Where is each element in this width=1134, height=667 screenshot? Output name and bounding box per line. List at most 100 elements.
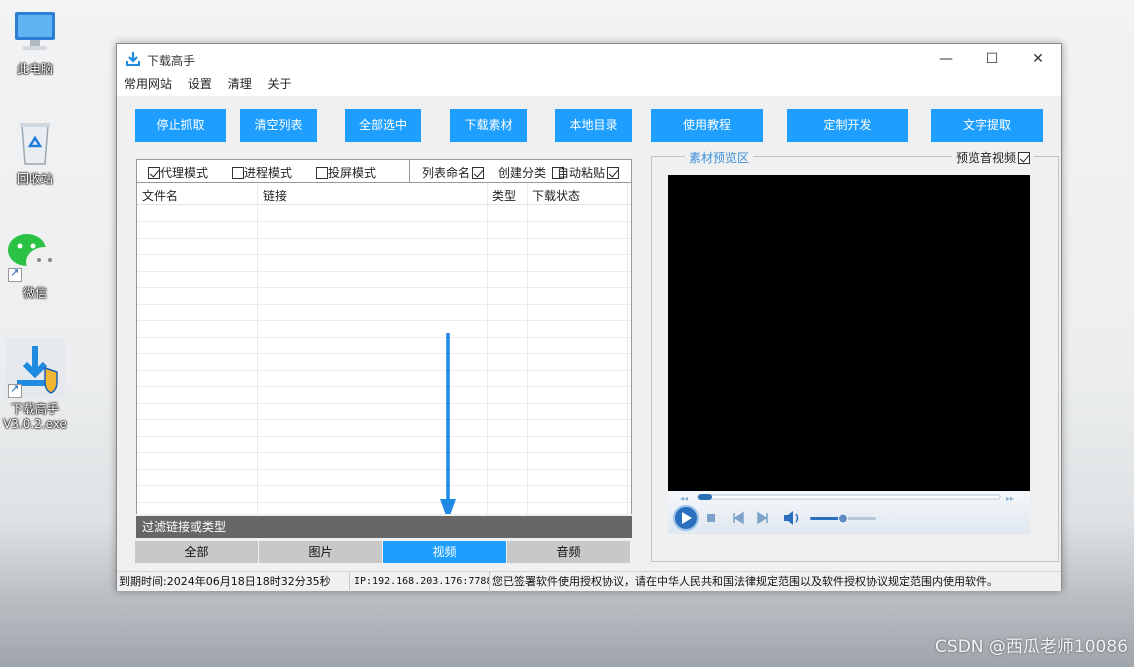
option-cast-mode[interactable]: 投屏模式: [316, 164, 376, 181]
divider: [409, 160, 410, 182]
column-divider: [487, 183, 488, 514]
rewind-icon: ◂◂: [680, 494, 688, 503]
custom-development-button[interactable]: 定制开发: [787, 109, 908, 142]
title-bar[interactable]: 下载高手 — ☐ ✕: [117, 44, 1061, 74]
desktop-icon-wechat[interactable]: 微信: [0, 228, 70, 301]
desktop-icon-recycle-bin[interactable]: 回收站: [0, 118, 70, 187]
recycle-bin-icon: [20, 123, 50, 165]
option-label: 列表命名: [422, 166, 471, 180]
filter-input[interactable]: 过滤链接或类型: [136, 516, 632, 538]
download-media-button[interactable]: 下载素材: [450, 109, 527, 142]
option-proxy-mode[interactable]: 代理模式: [148, 164, 208, 181]
stop-capture-button[interactable]: 停止抓取: [135, 109, 226, 142]
row-divider: [137, 254, 631, 255]
maximize-button[interactable]: ☐: [969, 44, 1015, 74]
desktop-icon-label: 此电脑: [16, 62, 53, 76]
row-divider: [137, 320, 631, 321]
volume-icon: [784, 511, 793, 525]
tab-all[interactable]: 全部: [135, 541, 258, 563]
minimize-button[interactable]: —: [923, 44, 969, 74]
table-header: 文件名 链接 类型 下载状态: [137, 183, 631, 205]
option-auto-paste[interactable]: 自动粘贴: [557, 164, 620, 181]
license-notice: 您已签署软件使用授权协议，请在中华人民共和国法律规定范围以及软件授权协议规定范围…: [489, 572, 1049, 592]
options-bar: 代理模式 进程模式 投屏模式 列表命名 创建分类 自动粘贴: [136, 159, 632, 183]
local-directory-button[interactable]: 本地目录: [555, 109, 632, 142]
video-preview-area[interactable]: [668, 175, 1030, 491]
menu-common-sites[interactable]: 常用网站: [124, 74, 172, 94]
menu-about[interactable]: 关于: [268, 74, 292, 94]
previous-icon: [733, 511, 744, 525]
tab-images[interactable]: 图片: [259, 541, 382, 563]
menu-bar: 常用网站 设置 清理 关于: [117, 74, 1061, 96]
option-label: 代理模式: [160, 166, 209, 180]
row-divider: [137, 221, 631, 222]
window-title: 下载高手: [147, 54, 196, 68]
shortcut-arrow-icon: [8, 266, 22, 282]
watermark: CSDN @西瓜老师10086: [935, 637, 1128, 657]
desktop-icon-label: 回收站: [16, 172, 53, 186]
column-filename[interactable]: 文件名: [142, 187, 178, 204]
row-divider: [137, 485, 631, 486]
option-label: 进程模式: [244, 166, 293, 180]
tab-audio[interactable]: 音频: [507, 541, 630, 563]
preview-av-option[interactable]: 预览音视频: [951, 149, 1034, 166]
select-all-button[interactable]: 全部选中: [345, 109, 421, 142]
option-create-category[interactable]: 创建分类: [498, 164, 565, 181]
checkbox[interactable]: [232, 167, 244, 179]
column-download-status[interactable]: 下载状态: [532, 187, 580, 204]
desktop-icon-label-line2: V3.0.2.exe: [3, 417, 67, 431]
preview-group-title: 素材预览区: [685, 149, 754, 166]
checkbox[interactable]: [148, 167, 160, 179]
tutorial-button[interactable]: 使用教程: [651, 109, 763, 142]
row-divider: [137, 435, 631, 437]
tab-video[interactable]: 视频: [383, 541, 506, 563]
seek-thumb: [698, 494, 712, 500]
column-link[interactable]: 链接: [263, 187, 287, 204]
volume-thumb: [838, 513, 848, 524]
option-list-naming[interactable]: 列表命名: [422, 164, 485, 181]
row-divider: [137, 402, 631, 404]
close-button[interactable]: ✕: [1015, 44, 1061, 74]
computer-icon: [15, 12, 55, 50]
row-divider: [137, 452, 631, 453]
download-icon: [126, 52, 140, 66]
row-divider: [137, 287, 631, 288]
clear-list-button[interactable]: 清空列表: [240, 109, 317, 142]
option-process-mode[interactable]: 进程模式: [232, 164, 292, 181]
row-divider: [137, 303, 631, 305]
row-divider: [137, 468, 631, 470]
checkbox[interactable]: [607, 167, 620, 179]
shortcut-arrow-icon: [8, 382, 22, 398]
column-type[interactable]: 类型: [492, 187, 516, 204]
row-divider: [137, 336, 631, 338]
row-divider: [137, 386, 631, 387]
fast-forward-icon: ▸▸: [1006, 494, 1014, 503]
resource-table[interactable]: 文件名 链接 类型 下载状态: [136, 183, 632, 514]
menu-settings[interactable]: 设置: [188, 74, 212, 94]
desktop-icon-this-pc[interactable]: 此电脑: [0, 8, 70, 77]
option-label: 投屏模式: [328, 166, 377, 180]
menu-clean[interactable]: 清理: [228, 74, 252, 94]
column-divider: [257, 183, 258, 514]
checkbox[interactable]: [316, 167, 328, 179]
checkbox[interactable]: [472, 167, 485, 179]
text-extraction-button[interactable]: 文字提取: [931, 109, 1043, 142]
arrow-down-icon: [440, 333, 456, 514]
seek-bar: [697, 494, 1001, 500]
next-icon: [757, 511, 768, 525]
row-divider: [137, 270, 631, 272]
option-label: 自动粘贴: [557, 166, 606, 180]
row-divider: [137, 369, 631, 371]
downloader-window: 下载高手 — ☐ ✕ 常用网站 设置 清理 关于 停止抓取 清空列表 全部选中 …: [116, 43, 1062, 592]
row-divider: [137, 237, 631, 239]
stop-icon: [707, 514, 715, 522]
desktop-icon-downloader[interactable]: 下载高手 V3.0.2.exe: [0, 338, 70, 432]
option-label: 预览音视频: [955, 151, 1016, 165]
media-player-controls: ◂◂ ▸▸: [668, 491, 1030, 534]
desktop-icon-label: 微信: [22, 286, 47, 300]
column-divider: [627, 183, 628, 514]
column-divider: [527, 183, 528, 514]
checkbox[interactable]: [1018, 152, 1030, 164]
ip-address: IP:192.168.203.176:7788: [349, 572, 489, 592]
status-bar: 到期时间:2024年06月18日18时32分35秒 IP:192.168.203…: [117, 571, 1061, 592]
